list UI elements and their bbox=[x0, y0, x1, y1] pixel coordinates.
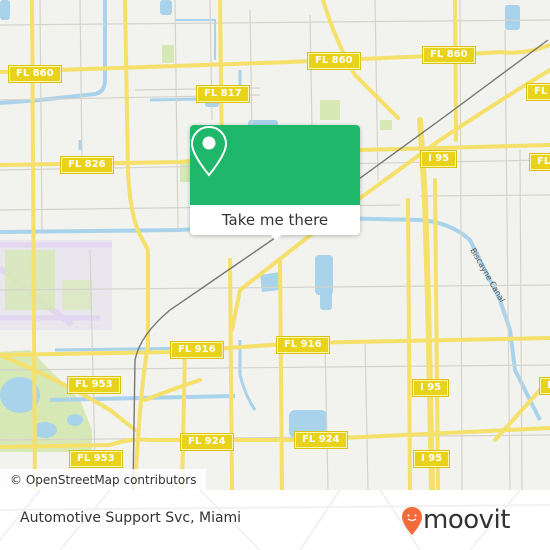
popup-pointer bbox=[269, 233, 283, 241]
map-attribution[interactable]: © OpenStreetMap contributors bbox=[0, 469, 207, 490]
road-shield-i95: I 95 bbox=[411, 379, 450, 397]
moovit-pin-icon bbox=[402, 507, 422, 535]
airport-area bbox=[0, 240, 112, 330]
road-shield-fl860: FL 860 bbox=[307, 52, 361, 70]
location-pin-icon bbox=[190, 125, 228, 177]
road-shield-fl916: FL 916 bbox=[170, 341, 224, 359]
take-me-there-button[interactable]: Take me there bbox=[190, 205, 360, 235]
road-shield-fl: FL bbox=[538, 377, 550, 395]
road-shield-fl: FL bbox=[528, 153, 550, 171]
moovit-wordmark: moovit bbox=[423, 505, 510, 535]
road-shield-fl817: FL 817 bbox=[196, 85, 250, 103]
destination-popup: Take me there bbox=[190, 125, 360, 241]
road-shield-fl860: FL 860 bbox=[8, 65, 62, 83]
road-shield-fl: FL bbox=[525, 83, 550, 101]
road-shield-fl953: FL 953 bbox=[67, 376, 121, 394]
place-title: Automotive Support Svc, Miami bbox=[20, 510, 242, 526]
road-shield-fl916: FL 916 bbox=[276, 336, 330, 354]
canal-label: Biscayne Canal bbox=[468, 247, 506, 304]
map-view[interactable]: Biscayne Canal FL 860 FL 860 FL 860 FL 8… bbox=[0, 0, 550, 490]
road-shield-fl924: FL 924 bbox=[180, 433, 234, 451]
map-canvas: Biscayne Canal bbox=[0, 0, 550, 490]
road-shield-fl826: FL 826 bbox=[60, 156, 114, 174]
road-shield-fl953: FL 953 bbox=[69, 450, 123, 468]
popup-header bbox=[190, 125, 360, 205]
road-shield-fl924: FL 924 bbox=[294, 431, 348, 449]
road-shield-i95: I 95 bbox=[412, 450, 451, 468]
road-shield-fl860: FL 860 bbox=[422, 46, 476, 64]
road-shield-i95: I 95 bbox=[419, 150, 458, 168]
footer-bar: Automotive Support Svc, Miami moovit bbox=[0, 490, 550, 550]
